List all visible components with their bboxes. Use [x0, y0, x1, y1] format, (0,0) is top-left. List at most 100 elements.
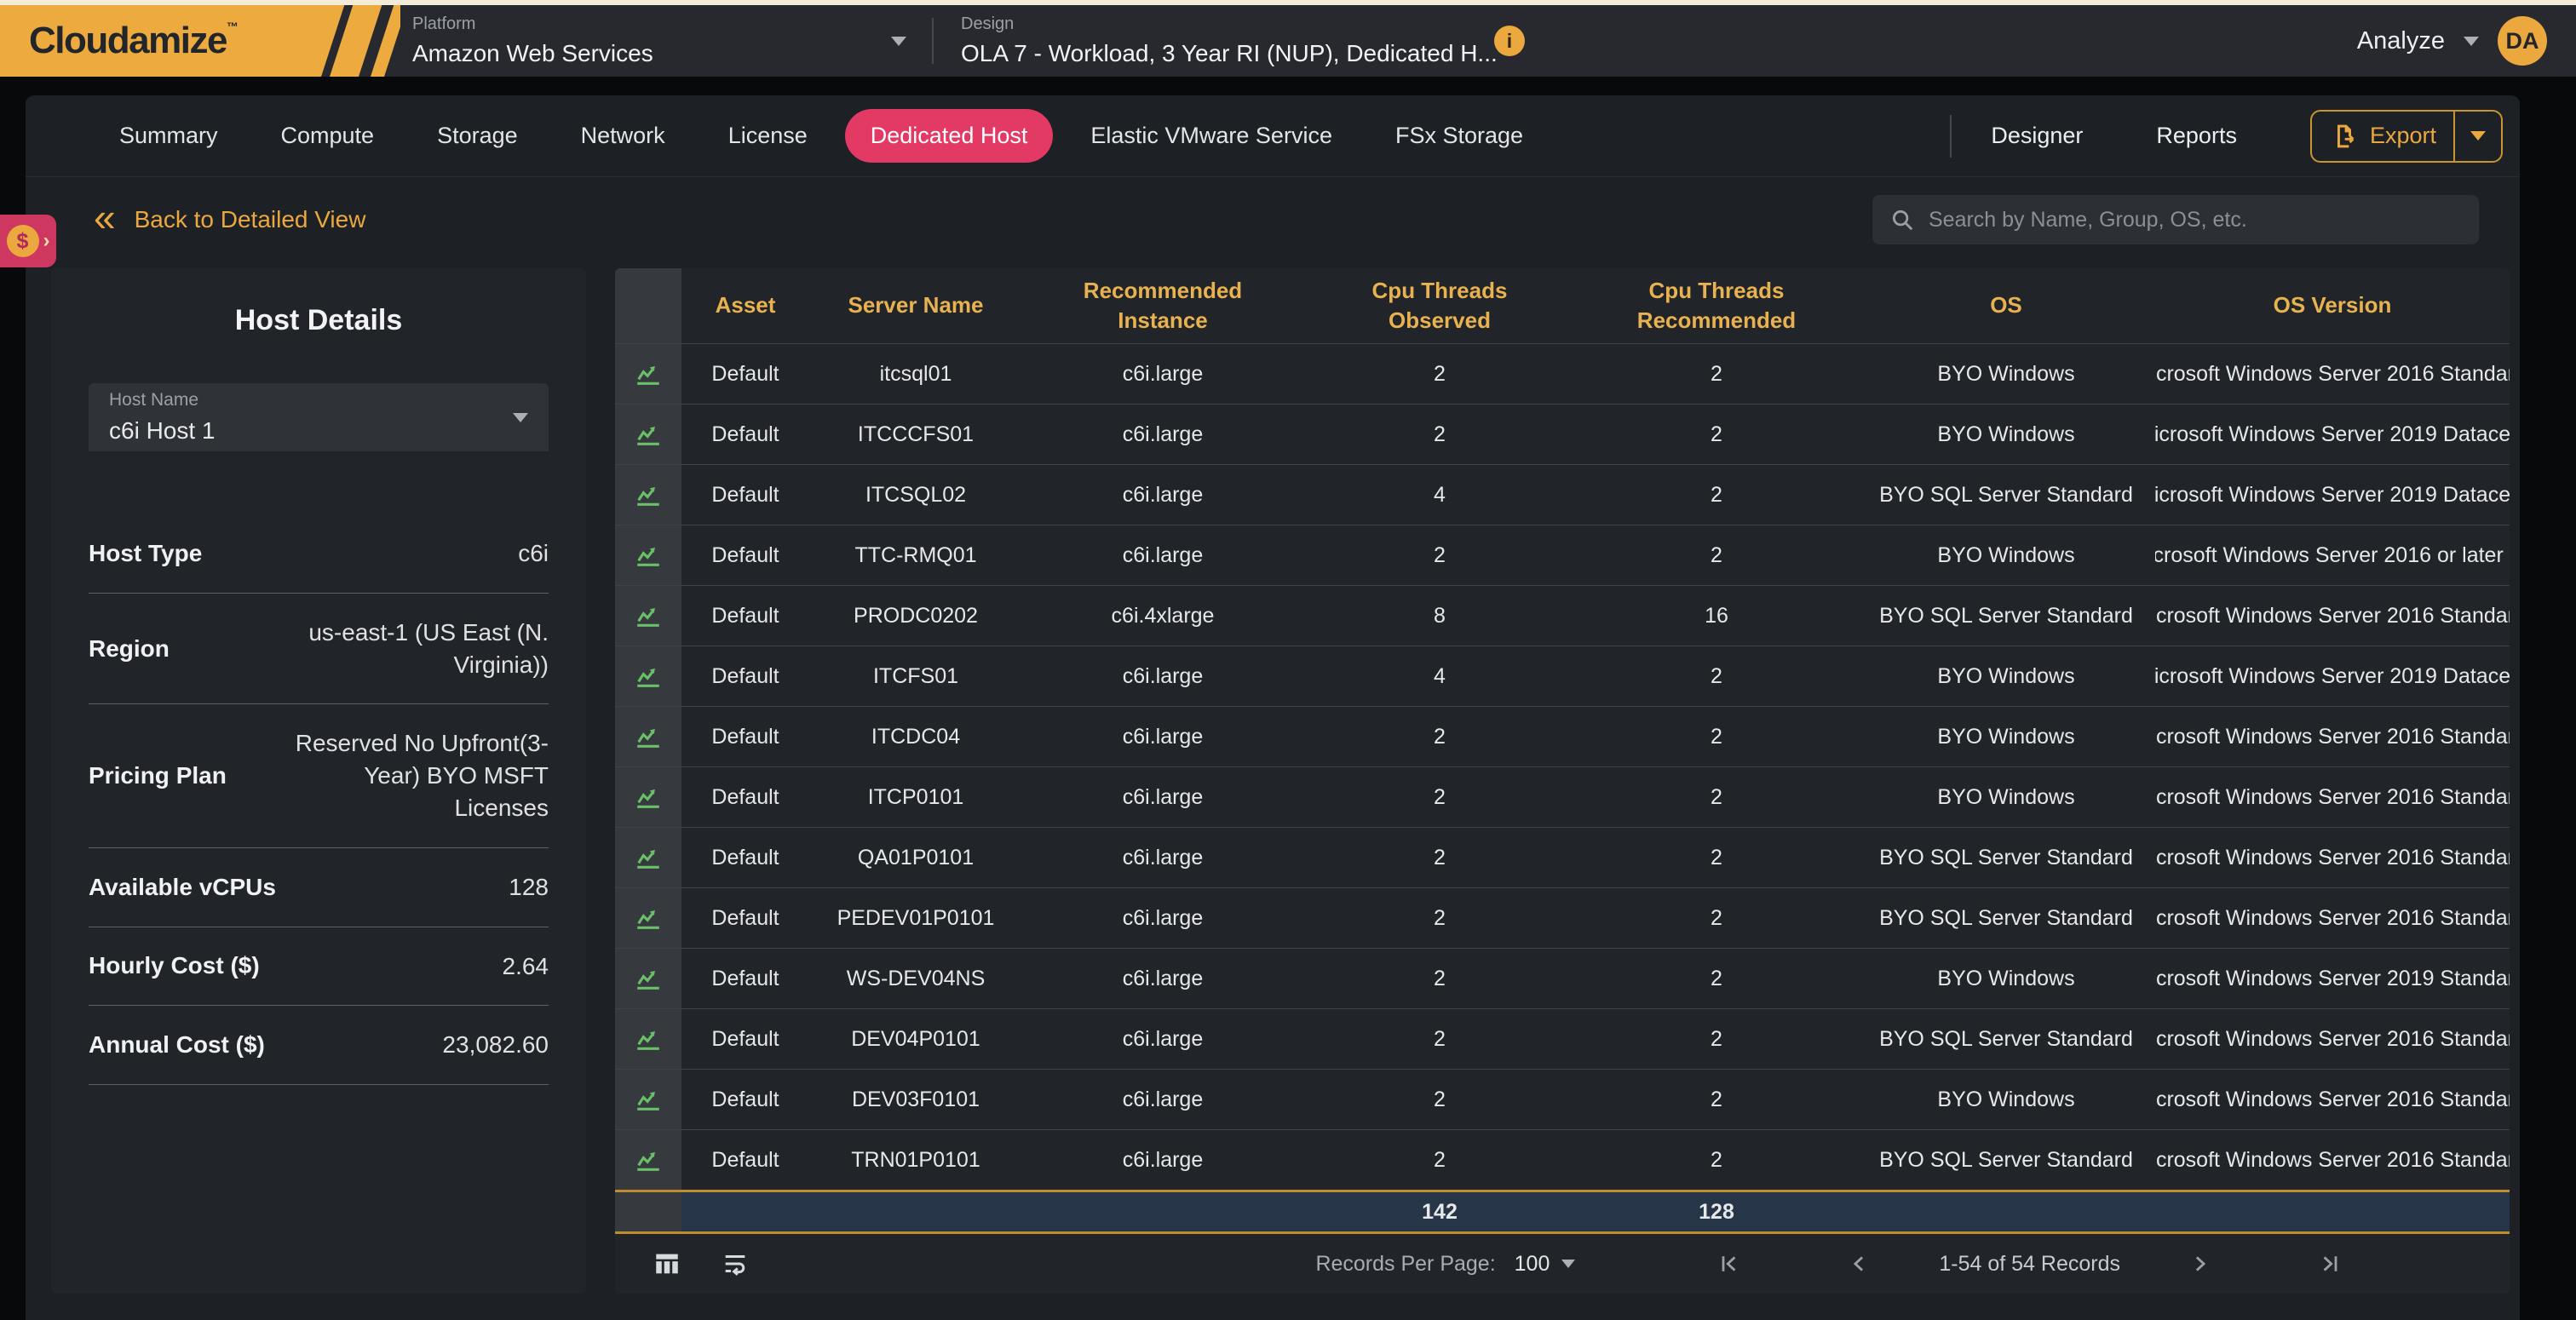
cell-os-version: Microsoft Windows Server 2016 Standar...: [2155, 1009, 2510, 1069]
search-icon: [1889, 207, 1915, 232]
line-chart-icon[interactable]: [615, 828, 681, 887]
line-chart-icon[interactable]: [615, 465, 681, 525]
cell-asset: Default: [681, 465, 809, 525]
cell-cpu-threads-recommended: 2: [1576, 405, 1857, 464]
line-chart-icon[interactable]: [615, 646, 681, 706]
totals-instance: [1022, 1192, 1303, 1231]
cell-server-name: ITCDC04: [809, 707, 1022, 766]
totals-cpu-observed: 142: [1303, 1192, 1576, 1231]
cell-recommended-instance: c6i.large: [1022, 949, 1303, 1008]
cell-cpu-threads-observed: 2: [1303, 1070, 1576, 1129]
line-chart-icon[interactable]: [615, 767, 681, 827]
host-field-label: Pricing Plan: [89, 762, 227, 789]
cell-server-name: ITCCCFS01: [809, 405, 1022, 464]
chevron-down-icon: [2470, 131, 2486, 141]
cell-recommended-instance: c6i.large: [1022, 646, 1303, 706]
line-chart-icon[interactable]: [615, 949, 681, 1008]
cell-os: BYO SQL Server Standard: [1857, 465, 2155, 525]
totals-os-version: [2155, 1192, 2510, 1231]
export-dropdown-toggle[interactable]: [2455, 131, 2501, 141]
cell-server-name: PEDEV01P0101: [809, 888, 1022, 948]
tab-elastic-vmware-service[interactable]: Elastic VMware Service: [1065, 109, 1358, 163]
last-page-icon[interactable]: [2265, 1252, 2395, 1276]
cell-asset: Default: [681, 525, 809, 585]
line-chart-icon[interactable]: [615, 405, 681, 464]
line-chart-icon[interactable]: [615, 707, 681, 766]
toolbar-row: « Back to Detailed View: [26, 177, 2520, 262]
pager: 1-54 of 54 Records: [1665, 1252, 2475, 1277]
table-row: Default itcsql01 c6i.large 2 2 BYO Windo…: [615, 343, 2510, 404]
tab-summary[interactable]: Summary: [94, 109, 244, 163]
table-row: Default PRODC0202 c6i.4xlarge 8 16 BYO S…: [615, 585, 2510, 646]
cell-server-name: QA01P0101: [809, 828, 1022, 887]
chevron-down-icon[interactable]: [2464, 37, 2479, 46]
tab-compute[interactable]: Compute: [256, 109, 400, 163]
wrap-text-icon[interactable]: [721, 1249, 750, 1278]
tab-fsx-storage[interactable]: FSx Storage: [1370, 109, 1549, 163]
design-dropdown[interactable]: Design OLA 7 - Workload, 3 Year RI (NUP)…: [961, 14, 1472, 67]
export-button[interactable]: Export: [2310, 110, 2503, 163]
tab-storage[interactable]: Storage: [411, 109, 543, 163]
design-label: Design: [961, 14, 1498, 34]
back-to-detailed-view-link[interactable]: « Back to Detailed View: [94, 203, 365, 237]
host-name-select[interactable]: Host Name c6i Host 1: [89, 383, 549, 451]
table-row: Default ITCFS01 c6i.large 4 2 BYO Window…: [615, 646, 2510, 706]
column-header-os[interactable]: OS: [1857, 268, 2155, 343]
cell-os-version: Microsoft Windows Server 2016 Standar...: [2155, 586, 2510, 646]
designer-link[interactable]: Designer: [1991, 123, 2083, 149]
previous-page-icon[interactable]: [1794, 1252, 1923, 1276]
cell-os: BYO Windows: [1857, 405, 2155, 464]
cell-cpu-threads-recommended: 2: [1576, 465, 1857, 525]
header-divider: [932, 18, 934, 64]
reports-link[interactable]: Reports: [2156, 123, 2237, 149]
cell-asset: Default: [681, 586, 809, 646]
columns-icon[interactable]: [653, 1249, 681, 1278]
table-row: Default TTC-RMQ01 c6i.large 2 2 BYO Wind…: [615, 525, 2510, 585]
table-footer: Records Per Page: 100 1-54 of 54 Records: [615, 1234, 2510, 1294]
host-field-label: Annual Cost ($): [89, 1031, 265, 1059]
line-chart-icon[interactable]: [615, 888, 681, 948]
cell-cpu-threads-observed: 8: [1303, 586, 1576, 646]
host-field-row: Hourly Cost ($) 2.64: [89, 927, 549, 1007]
line-chart-icon[interactable]: [615, 525, 681, 585]
info-icon[interactable]: i: [1494, 26, 1525, 56]
tab-network[interactable]: Network: [555, 109, 691, 163]
totals-row: 142 128: [615, 1190, 2510, 1234]
analyze-menu[interactable]: Analyze: [2357, 27, 2445, 55]
column-header-recommended-instance[interactable]: Recommended Instance: [1022, 268, 1303, 343]
line-chart-icon[interactable]: [615, 1070, 681, 1129]
cell-asset: Default: [681, 1070, 809, 1129]
line-chart-icon[interactable]: [615, 344, 681, 404]
column-header-cpu-threads-observed[interactable]: Cpu Threads Observed: [1303, 268, 1576, 343]
cell-os: BYO SQL Server Standard: [1857, 1009, 2155, 1069]
platform-dropdown[interactable]: Platform Amazon Web Services: [412, 14, 932, 67]
column-header-os-version[interactable]: OS Version: [2155, 268, 2510, 343]
cell-asset: Default: [681, 828, 809, 887]
first-page-icon[interactable]: [1665, 1252, 1794, 1276]
cell-cpu-threads-recommended: 2: [1576, 1070, 1857, 1129]
avatar[interactable]: DA: [2498, 16, 2547, 66]
records-per-page-value[interactable]: 100: [1515, 1252, 1550, 1277]
column-header-asset[interactable]: Asset: [681, 268, 809, 343]
host-field-value: 2.64: [503, 950, 549, 983]
cell-recommended-instance: c6i.4xlarge: [1022, 586, 1303, 646]
host-field-label: Host Type: [89, 540, 202, 567]
chart-column-header: [615, 268, 681, 343]
line-chart-icon[interactable]: [615, 1009, 681, 1069]
next-page-icon[interactable]: [2136, 1252, 2265, 1276]
cell-os: BYO Windows: [1857, 949, 2155, 1008]
cell-os: BYO SQL Server Standard: [1857, 828, 2155, 887]
tab-license[interactable]: License: [703, 109, 833, 163]
chevron-down-icon[interactable]: [1561, 1260, 1575, 1268]
line-chart-icon[interactable]: [615, 586, 681, 646]
cell-cpu-threads-observed: 2: [1303, 1130, 1576, 1190]
column-header-server-name[interactable]: Server Name: [809, 268, 1022, 343]
search-input[interactable]: [1929, 208, 2462, 232]
cloudamize-logo: Cloudamize™: [0, 5, 400, 77]
tab-dedicated-host[interactable]: Dedicated Host: [845, 109, 1054, 163]
line-chart-icon[interactable]: [615, 1130, 681, 1190]
savings-panel-toggle[interactable]: $ ›: [0, 215, 56, 267]
table-row: Default ITCP0101 c6i.large 2 2 BYO Windo…: [615, 766, 2510, 827]
column-header-cpu-threads-recommended[interactable]: Cpu Threads Recommended: [1576, 268, 1857, 343]
host-field-value: Reserved No Upfront(3-Year) BYO MSFT Lic…: [276, 727, 549, 824]
